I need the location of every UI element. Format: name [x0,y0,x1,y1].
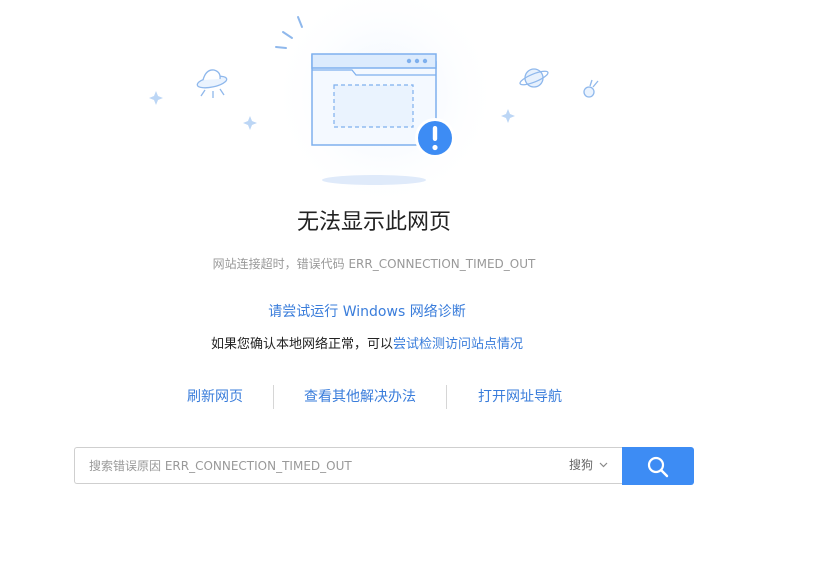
search-input[interactable] [89,448,529,483]
chevron-down-icon [599,462,608,467]
planet-icon [519,68,549,88]
check-site-line: 如果您确认本地网络正常，可以尝试检测访问站点情况 [0,335,734,355]
check-site-link[interactable]: 尝试检测访问站点情况 [393,337,523,352]
search-box: 搜狗 [74,447,622,484]
error-page: 无法显示此网页 网站连接超时，错误代码 ERR_CONNECTION_TIMED… [0,0,818,579]
search-icon [647,456,669,478]
error-title: 无法显示此网页 [296,210,451,235]
check-site-prefix: 如果您确认本地网络正常，可以 [210,337,393,352]
search-engine-select[interactable]: 搜狗 [569,448,608,483]
ufo-icon [196,69,228,98]
divider [273,385,274,409]
search-engine-label: 搜狗 [568,458,593,472]
search-button[interactable] [622,447,694,485]
divider [446,385,447,409]
alert-icon [415,118,455,158]
open-url-nav-link[interactable]: 打开网址导航 [478,387,562,407]
error-illustration [0,0,818,210]
other-solutions-link[interactable]: 查看其他解决办法 [304,387,416,407]
refresh-page-link[interactable]: 刷新网页 [187,387,243,407]
error-subtitle: 网站连接超时，错误代码 ERR_CONNECTION_TIMED_OUT [212,257,536,271]
network-diagnose-link[interactable]: 请尝试运行 Windows 网络诊断 [0,302,734,322]
action-links: 刷新网页 查看其他解决办法 打开网址导航 [0,385,818,409]
comet-icon [583,79,599,98]
